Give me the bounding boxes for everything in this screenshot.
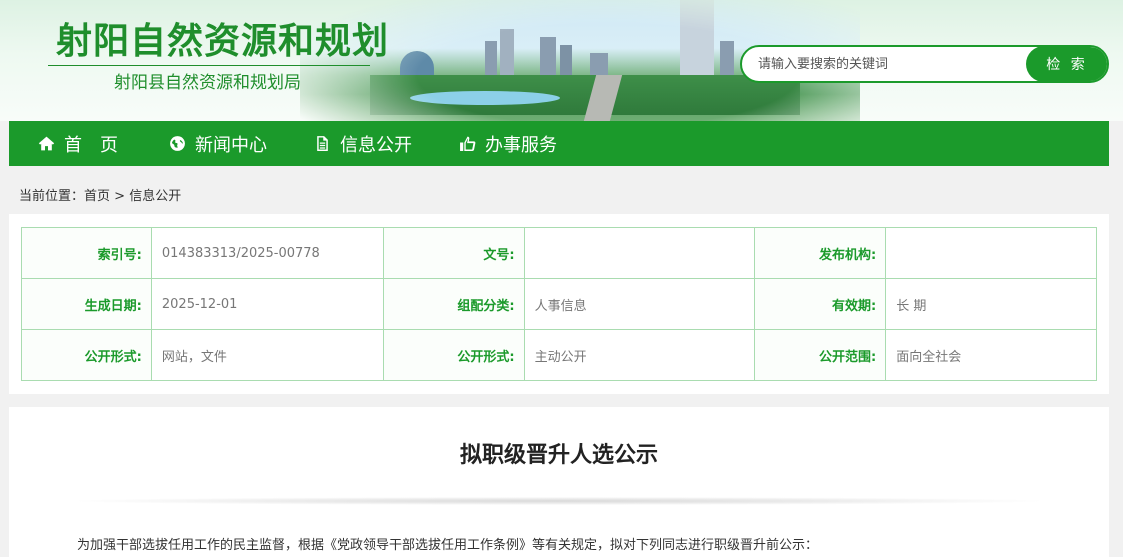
breadcrumb: 当前位置：首页 > 信息公开 [19,185,181,204]
site-subtitle: 射阳县自然资源和规划局 [114,73,301,93]
site-title: 射阳自然资源和规划 [56,20,390,62]
nav-item-label: 新闻中心 [195,134,267,156]
nav-item-home[interactable]: 首 页 [38,121,118,166]
home-icon [38,136,55,151]
meta-value-index-number: 014383313/2025-00778 [150,227,384,279]
meta-label-generated-date: 生成日期: [21,278,152,330]
meta-label-document-number: 文号: [382,227,525,279]
table-row: 公开形式: 网站，文件 公开形式: 主动公开 公开范围: 面向全社会 [21,329,1097,381]
title-divider [48,65,370,66]
site-header: 射阳自然资源和规划 射阳县自然资源和规划局 检 索 [0,0,1123,121]
search-button[interactable]: 检 索 [1026,47,1107,81]
meta-label-disclosure-format: 公开形式: [21,329,152,381]
nav-item-label: 信息公开 [340,134,412,156]
nav-item-label: 首 页 [64,134,118,156]
breadcrumb-separator: > [110,189,130,204]
article-intro-paragraph: 为加强干部选拔任用工作的民主监督，根据《党政领导干部选拔任用工作条例》等有关规定… [77,538,819,553]
meta-label-publisher: 发布机构: [754,227,887,279]
document-icon [317,136,328,151]
nav-item-info-disclosure[interactable]: 信息公开 [314,121,412,166]
meta-label-disclosure-scope: 公开范围: [754,329,887,381]
article-panel: 拟职级晋升人选公示 为加强干部选拔任用工作的民主监督，根据《党政领导干部选拔任用… [9,407,1109,557]
document-metadata-panel: 索引号: 014383313/2025-00778 文号: 发布机构: 生成日期… [9,214,1109,394]
article-title-divider [79,497,1039,505]
meta-value-validity: 长 期 [885,278,1097,330]
meta-label-validity: 有效期: [754,278,887,330]
meta-label-category: 组配分类: [382,278,525,330]
globe-icon [170,136,185,151]
meta-label-index-number: 索引号: [21,227,152,279]
thumbs-up-icon [460,136,476,151]
search-input[interactable] [758,47,1018,81]
meta-value-generated-date: 2025-12-01 [150,278,384,330]
breadcrumb-current-link[interactable]: 信息公开 [129,189,181,204]
meta-label-disclosure-mode: 公开形式: [382,329,525,381]
meta-value-document-number [523,227,756,279]
meta-value-disclosure-scope: 面向全社会 [885,329,1097,381]
table-row: 索引号: 014383313/2025-00778 文号: 发布机构: [21,227,1097,279]
nav-item-label: 办事服务 [485,134,557,156]
main-nav: 首 页 新闻中心 信息公开 办事服务 [9,121,1109,166]
table-row: 生成日期: 2025-12-01 组配分类: 人事信息 有效期: 长 期 [21,278,1097,330]
nav-item-services[interactable]: 办事服务 [459,121,557,166]
search-box: 检 索 [740,45,1109,83]
breadcrumb-home-link[interactable]: 首页 [84,189,110,204]
meta-value-disclosure-mode: 主动公开 [523,329,756,381]
article-title: 拟职级晋升人选公示 [459,443,658,468]
meta-value-publisher [885,227,1097,279]
meta-value-disclosure-format: 网站，文件 [150,329,384,381]
document-metadata-table: 索引号: 014383313/2025-00778 文号: 发布机构: 生成日期… [21,227,1097,381]
meta-value-category: 人事信息 [523,278,756,330]
breadcrumb-prefix: 当前位置： [19,189,85,204]
nav-item-news-center[interactable]: 新闻中心 [169,121,267,166]
